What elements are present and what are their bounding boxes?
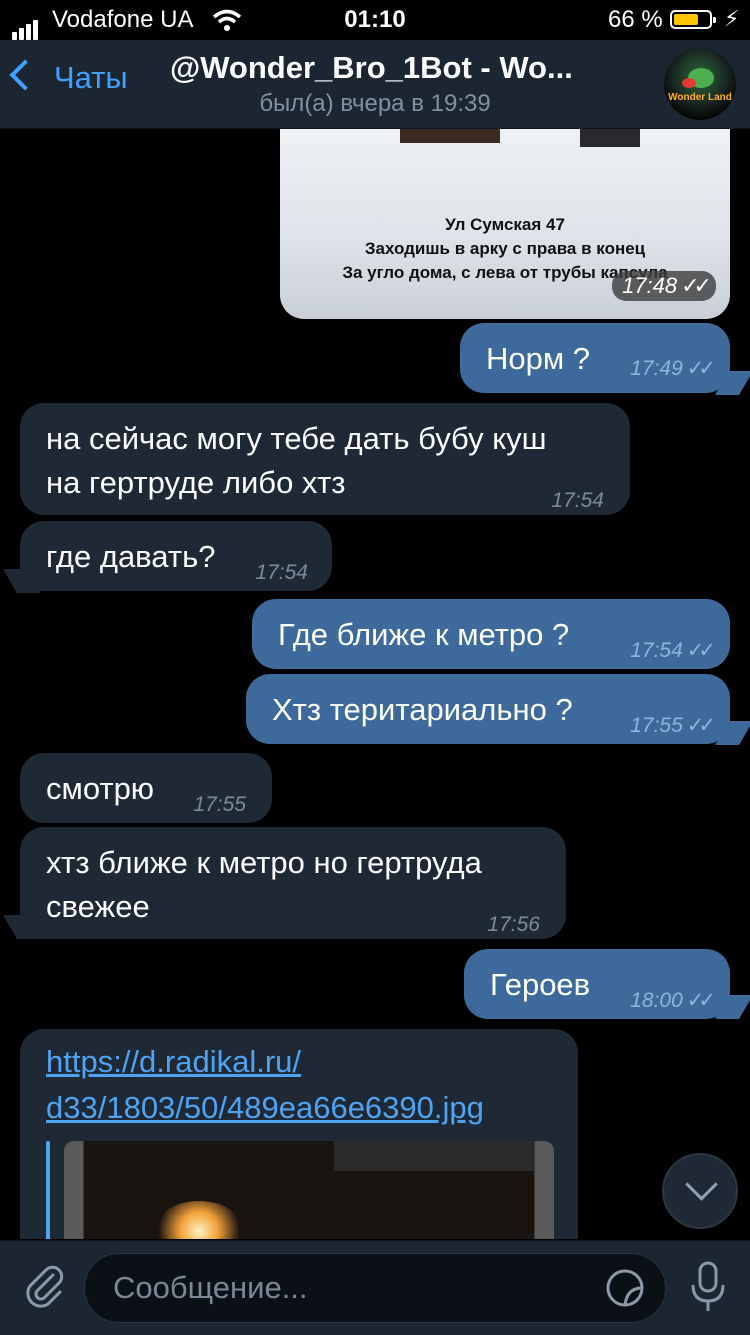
incoming-message[interactable]: хтз ближе к метро но гертруда свежее 17:… (20, 827, 566, 939)
message-link[interactable]: https://d.radikal.ru/d33/1803/50/489ea66… (46, 1039, 566, 1131)
message-text: свежее (46, 889, 150, 924)
incoming-message[interactable]: на сейчас могу тебе дать бубу куш на гер… (20, 403, 630, 515)
message-text: Героев (490, 967, 591, 1002)
read-ticks-icon: ✓✓ (686, 357, 716, 380)
message-time: 17:56 (487, 913, 540, 936)
sticker-icon[interactable] (605, 1268, 645, 1308)
incoming-message[interactable]: где давать? 17:54 (20, 521, 332, 591)
message-time: 17:55 ✓✓ (630, 714, 716, 737)
outgoing-message[interactable]: Где ближе к метро ? 17:54 ✓✓ (252, 599, 730, 669)
charging-icon: ⚡︎ (724, 6, 740, 31)
message-time: 17:54 (255, 561, 308, 584)
message-time: 17:54 (551, 489, 604, 512)
message-text: хтз ближе к метро но гертруда (46, 845, 482, 880)
link-preview-image[interactable] (64, 1141, 554, 1239)
message-time: 17:55 (193, 793, 246, 816)
message-list[interactable]: Ул Сумская 47 Заходишь в арку с права в … (0, 129, 750, 1239)
read-ticks-icon: ✓✓ (686, 989, 716, 1012)
message-input[interactable]: Сообщение... (84, 1253, 666, 1323)
link-preview-bar (46, 1141, 50, 1239)
scroll-down-icon (685, 1168, 718, 1201)
link-message[interactable]: https://d.radikal.ru/d33/1803/50/489ea66… (20, 1029, 578, 1239)
message-text: где давать? (46, 539, 216, 574)
message-time: 17:54 ✓✓ (630, 639, 716, 662)
read-ticks-icon: ✓✓ (686, 639, 716, 662)
message-text: смотрю (46, 771, 155, 806)
image-message[interactable]: Ул Сумская 47 Заходишь в арку с права в … (280, 129, 730, 319)
message-time: 18:00 ✓✓ (630, 989, 716, 1012)
mic-icon[interactable] (688, 1259, 728, 1315)
last-seen-status: был(а) вчера в 19:39 (259, 90, 491, 117)
message-text: Хтз теритариально ? (272, 692, 573, 727)
chat-header: Чаты @Wonder_Bro_1Bot - Wo... был(а) вче… (0, 40, 750, 129)
back-chevron-icon (9, 59, 41, 91)
outgoing-message[interactable]: Норм ? 17:49 ✓✓ (460, 323, 730, 393)
outgoing-message[interactable]: Героев 18:00 ✓✓ (464, 949, 730, 1019)
message-text: на гертруде либо хтз (46, 465, 346, 500)
message-time: 17:49 ✓✓ (630, 357, 716, 380)
battery-icon (670, 10, 716, 29)
status-bar: Vodafone UA 01:10 66 % ⚡︎ (0, 0, 750, 40)
message-placeholder: Сообщение... (113, 1270, 308, 1305)
message-input-bar: Сообщение... (0, 1240, 750, 1335)
read-ticks-icon: ✓✓ (681, 273, 712, 298)
message-text: Где ближе к метро ? (278, 617, 570, 652)
chat-title[interactable]: @Wonder_Bro_1Bot - Wo... (170, 50, 590, 86)
image-timestamp: 17:48 ✓✓ (612, 271, 716, 301)
avatar[interactable]: Wonder Land (664, 48, 736, 120)
message-text: Норм ? (486, 341, 591, 376)
outgoing-message[interactable]: Хтз теритариально ? 17:55 ✓✓ (246, 674, 730, 744)
message-text: на сейчас могу тебе дать бубу куш (46, 421, 547, 456)
incoming-message[interactable]: смотрю 17:55 (20, 753, 272, 823)
attach-icon[interactable] (20, 1261, 68, 1309)
avatar-logo-text: Wonder Land (668, 92, 732, 103)
read-ticks-icon: ✓✓ (686, 714, 716, 737)
battery-percent: 66 % (608, 6, 663, 33)
scroll-down-button[interactable] (662, 1153, 738, 1229)
